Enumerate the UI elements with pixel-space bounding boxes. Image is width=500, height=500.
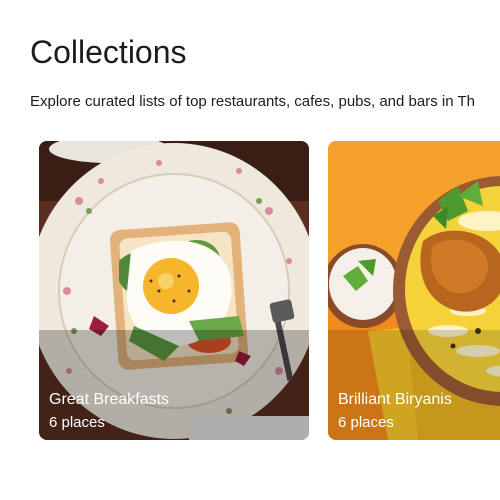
page-title: Collections — [30, 34, 187, 70]
collections-page: Collections Explore curated lists of top… — [0, 0, 500, 500]
collection-card-brilliant-biryanis[interactable]: Brilliant Biryanis 6 places — [328, 141, 500, 440]
collection-place-count: 6 places — [338, 414, 394, 431]
page-subtitle: Explore curated lists of top restaurants… — [30, 93, 475, 110]
collection-place-count: 6 places — [49, 414, 105, 431]
collection-name: Brilliant Biryanis — [338, 391, 452, 408]
collection-name: Great Breakfasts — [49, 391, 170, 408]
collection-card-great-breakfasts[interactable]: Great Breakfasts 6 places — [39, 141, 309, 440]
